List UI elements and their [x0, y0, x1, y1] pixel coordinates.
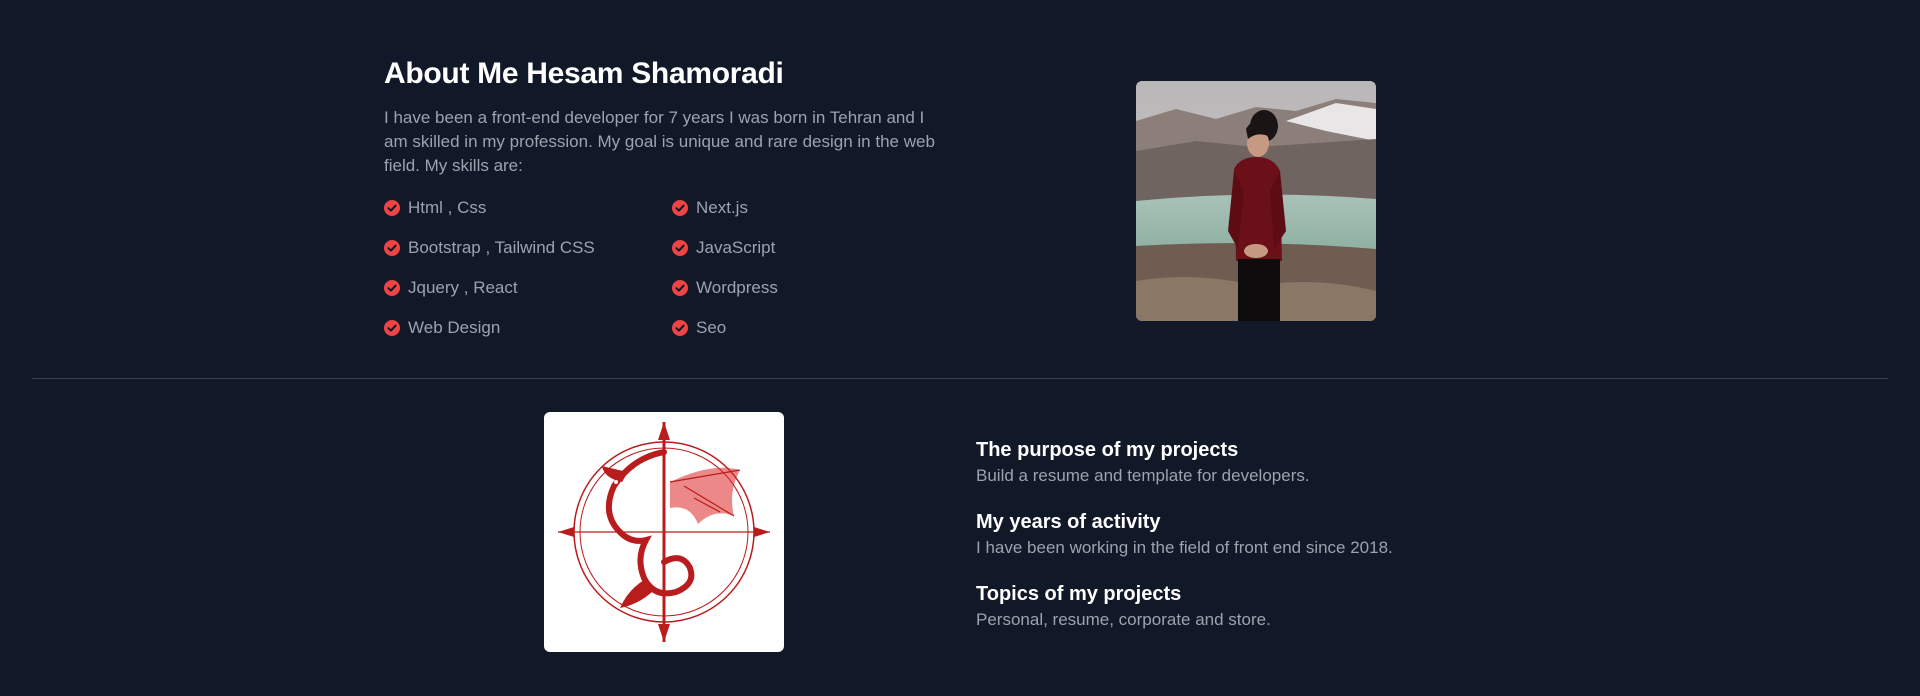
skill-label: Html , Css: [408, 198, 487, 217]
about-description: I have been a front-end developer for 7 …: [384, 108, 935, 175]
skill-label: Seo: [696, 318, 727, 337]
section-divider: [32, 378, 1888, 379]
check-circle-icon: [384, 320, 400, 336]
skill-label: Jquery , React: [408, 278, 518, 297]
dragon-emblem-icon: [558, 422, 770, 642]
skill-item: Web Design: [384, 316, 672, 340]
skill-label: Wordpress: [696, 278, 778, 297]
skill-label: Bootstrap , Tailwind CSS: [408, 238, 595, 257]
check-circle-icon: [384, 280, 400, 296]
feature-title: Topics of my projects: [976, 583, 1182, 605]
check-circle-icon: [384, 200, 400, 216]
feature-description: I have been working in the field of fron…: [976, 538, 1393, 557]
check-circle-icon: [672, 240, 688, 256]
skill-item: Wordpress: [672, 276, 944, 300]
features-list: The purpose of my projects Build a resum…: [976, 436, 1536, 652]
about-section: About Me Hesam Shamoradi I have been a f…: [384, 54, 944, 340]
profile-photo: [1136, 81, 1376, 321]
skill-item: Html , Css: [384, 196, 672, 220]
skill-item: Bootstrap , Tailwind CSS: [384, 236, 672, 260]
feature-title: My years of activity: [976, 511, 1161, 533]
feature-item: Topics of my projects Personal, resume, …: [976, 580, 1536, 632]
feature-description: Personal, resume, corporate and store.: [976, 610, 1271, 629]
skill-label: Web Design: [408, 318, 501, 337]
about-title: About Me Hesam Shamoradi: [384, 57, 784, 90]
skill-item: Seo: [672, 316, 944, 340]
skill-item: Jquery , React: [384, 276, 672, 300]
check-circle-icon: [672, 200, 688, 216]
feature-item: The purpose of my projects Build a resum…: [976, 436, 1536, 488]
skill-label: JavaScript: [696, 238, 776, 257]
profile-photo-image: [1136, 81, 1376, 321]
check-circle-icon: [672, 320, 688, 336]
skill-label: Next.js: [696, 198, 748, 217]
feature-item: My years of activity I have been working…: [976, 508, 1536, 560]
feature-description: Build a resume and template for develope…: [976, 466, 1310, 485]
check-circle-icon: [672, 280, 688, 296]
skills-list: Html , Css Next.js Bootstrap , Tailwind …: [384, 196, 944, 340]
skill-item: JavaScript: [672, 236, 944, 260]
feature-title: The purpose of my projects: [976, 439, 1239, 461]
skill-item: Next.js: [672, 196, 944, 220]
check-circle-icon: [384, 240, 400, 256]
dragon-logo: [544, 412, 784, 652]
